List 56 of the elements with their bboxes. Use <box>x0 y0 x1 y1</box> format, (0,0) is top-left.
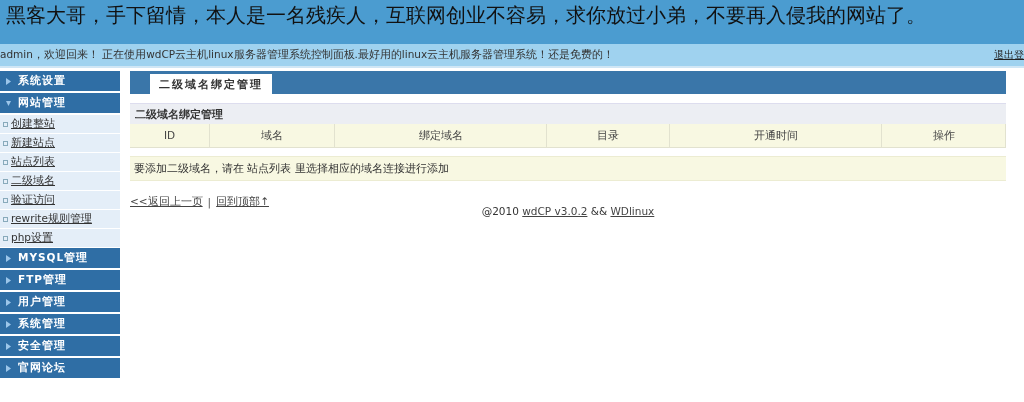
back-link[interactable]: <<返回上一页 <box>130 195 203 209</box>
sidebar-section-header[interactable]: FTP管理 <box>0 270 120 292</box>
banner-message: 黑客大哥，手下留情，本人是一名残疾人，互联网创业不容易，求你放过小弟，不要再入侵我的网站了。 <box>0 0 1024 44</box>
bullet-icon <box>3 159 8 165</box>
table-title: 二级域名绑定管理 <box>130 103 1006 124</box>
sidebar-section-header[interactable]: 网站管理 <box>0 93 120 115</box>
column-header: 绑定域名 <box>335 124 547 148</box>
section-label: MYSQL管理 <box>18 251 89 265</box>
sidebar-link[interactable]: rewrite规则管理 <box>11 212 92 226</box>
separator-text: | <box>207 196 212 208</box>
column-header: 目录 <box>547 124 670 148</box>
section-label: 系统设置 <box>18 74 66 88</box>
sidebar-link[interactable]: 验证访问 <box>11 193 55 207</box>
bullet-icon <box>3 216 8 222</box>
bullet-icon <box>3 235 8 241</box>
wdlinux-link[interactable]: WDlinux <box>610 205 655 217</box>
sidebar-link[interactable]: php设置 <box>11 231 53 245</box>
sidebar-link[interactable]: 站点列表 <box>11 155 55 169</box>
bullet-icon <box>3 121 8 127</box>
sidebar-link[interactable]: 二级域名 <box>11 174 55 188</box>
sidebar-section-header[interactable]: 安全管理 <box>0 336 120 358</box>
version-link[interactable]: wdCP v3.0.2 <box>522 205 588 217</box>
sidebar-section-header[interactable]: 用户管理 <box>0 292 120 314</box>
sidebar-section-header[interactable]: MYSQL管理 <box>0 248 120 270</box>
section-label: FTP管理 <box>18 273 68 287</box>
triangle-icon <box>6 77 11 85</box>
section-label: 安全管理 <box>18 339 66 353</box>
bullet-icon <box>3 197 8 203</box>
sidebar-section-header[interactable]: 系统管理 <box>0 314 120 336</box>
section-label: 网站管理 <box>18 96 66 110</box>
section-label: 官网论坛 <box>18 361 66 375</box>
sidebar-link[interactable]: 新建站点 <box>11 136 55 150</box>
triangle-icon <box>6 254 11 262</box>
column-header: ID <box>130 124 210 148</box>
bullet-icon <box>3 178 8 184</box>
welcome-text: admin，欢迎回来！ 正在使用wdCP云主机linux服务器管理系统控制面板.最好用的linux云主机服务器管理系统！还是免费的！ <box>0 48 615 62</box>
section-label: 用户管理 <box>18 295 66 309</box>
copyright-text: @2010 wdCP v3.0.2 && WDlinux <box>481 205 655 217</box>
triangle-icon <box>6 276 11 284</box>
triangle-icon <box>6 99 11 107</box>
logout-link[interactable]: 退出登 <box>994 48 1024 62</box>
notice-text: 要添加二级域名，请在 站点列表 里选择相应的域名连接进行添加 <box>130 156 1006 181</box>
tab[interactable]: 二级域名绑定管理 <box>150 74 272 94</box>
column-header: 域名 <box>210 124 335 148</box>
sidebar-section-header[interactable]: 系统设置 <box>0 71 120 93</box>
triangle-icon <box>6 320 11 328</box>
triangle-icon <box>6 298 11 306</box>
triangle-icon <box>6 364 11 372</box>
section-label: 系统管理 <box>18 317 66 331</box>
bullet-icon <box>3 140 8 146</box>
column-header: 操作 <box>882 124 1006 148</box>
top-link[interactable]: 回到顶部↑ <box>216 195 269 209</box>
triangle-icon <box>6 342 11 350</box>
column-header: 开通时间 <box>670 124 882 148</box>
sidebar-section-header[interactable]: 官网论坛 <box>0 358 120 380</box>
sidebar-link[interactable]: 创建整站 <box>11 117 55 131</box>
